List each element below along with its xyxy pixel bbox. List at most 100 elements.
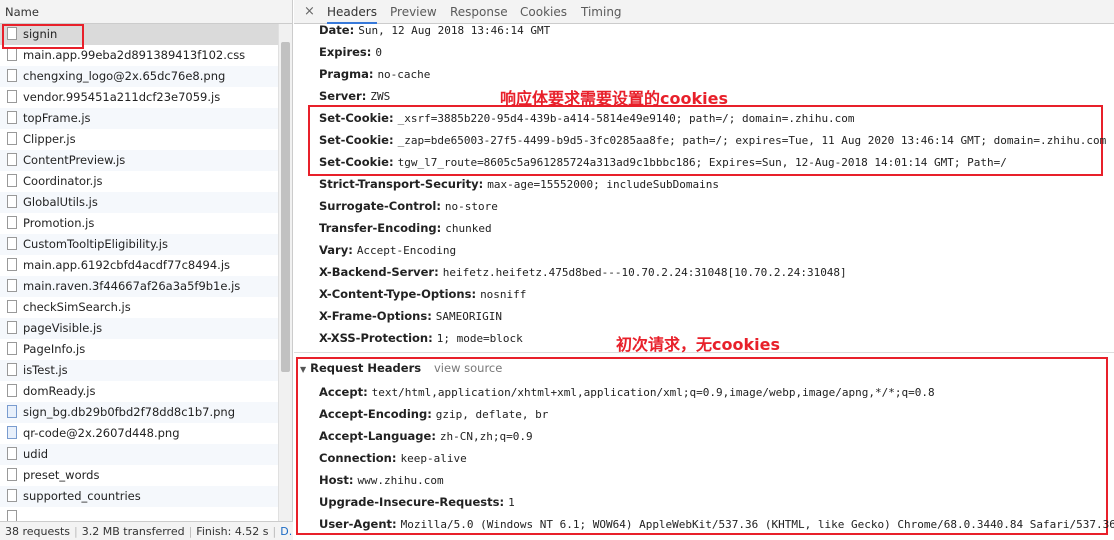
header-value: Sun, 12 Aug 2018 13:46:14 GMT [358,24,551,37]
tab-preview[interactable]: Preview [390,0,437,24]
header-key: Transfer-Encoding: [319,221,442,235]
request-name: chengxing_logo@2x.65dc76e8.png [23,69,226,83]
header-key: X-XSS-Protection: [319,331,433,345]
request-row[interactable]: PageInfo.js [0,339,278,360]
header-value: zh-CN,zh;q=0.9 [439,430,533,443]
document-file-icon [7,321,17,334]
response-header-row: Server: ZWS [319,89,390,103]
request-row[interactable]: main.raven.3f44667af26a3a5f9b1e.js [0,276,278,297]
header-value: keep-alive [400,452,467,465]
response-header-row: Set-Cookie: tgw_l7_route=8605c5a961285724… [319,155,1007,169]
request-name: main.raven.3f44667af26a3a5f9b1e.js [23,279,241,293]
header-value: SAMEORIGIN [435,310,503,323]
image-file-icon [7,405,17,418]
request-row[interactable]: supported_countries [0,486,278,507]
tab-response[interactable]: Response [450,0,508,24]
request-name: checkSimSearch.js [23,300,131,314]
request-name: GlobalUtils.js [23,195,98,209]
request-row[interactable]: domReady.js [0,381,278,402]
request-name: CustomTooltipEligibility.js [23,237,168,251]
request-row[interactable]: topFrame.js [0,108,278,129]
request-row[interactable]: Coordinator.js [0,171,278,192]
request-row[interactable]: GlobalUtils.js [0,192,278,213]
document-file-icon [7,447,17,460]
request-header-row: User-Agent: Mozilla/5.0 (Windows NT 6.1; … [319,517,1114,531]
header-value: text/html,application/xhtml+xml,applicat… [371,386,935,399]
header-value: tgw_l7_route=8605c5a961285724a313ad9c1bb… [397,156,1007,169]
details-panel: × Headers Preview Response Cookies Timin… [294,0,1114,540]
request-row[interactable]: Clipper.js [0,129,278,150]
header-key: Accept-Language: [319,429,436,443]
request-row[interactable]: isTest.js [0,360,278,381]
document-file-icon [7,111,17,124]
request-header-row: Connection: keep-alive [319,451,467,465]
dom-content-loaded: D... [280,525,293,538]
request-name: Coordinator.js [23,174,103,188]
request-list-scrollbar[interactable] [278,24,292,521]
response-header-row: Surrogate-Control: no-store [319,199,498,213]
request-row[interactable]: chengxing_logo@2x.65dc76e8.png [0,66,278,87]
request-name: main.app.6192cbfd4acdf77c8494.js [23,258,231,272]
header-key: Pragma: [319,67,374,81]
document-file-icon [7,174,17,187]
header-value: Accept-Encoding [356,244,457,257]
finish-time: Finish: 4.52 s [196,525,269,538]
request-name: qr-code@2x.2607d448.png [23,426,180,440]
request-name: main.app.99eba2d891389413f102.css [23,48,246,62]
name-column-header[interactable]: Name [0,0,292,24]
document-file-icon [7,48,17,61]
header-value: 1 [508,496,515,509]
response-header-row: X-Content-Type-Options: nosniff [319,287,526,301]
request-row[interactable]: pageVisible.js [0,318,278,339]
header-value: www.zhihu.com [357,474,444,487]
details-tabs: × Headers Preview Response Cookies Timin… [294,0,1114,24]
scroll-thumb[interactable] [281,42,290,372]
request-row[interactable]: CustomTooltipEligibility.js [0,234,278,255]
header-key: Expires: [319,45,372,59]
header-value: Mozilla/5.0 (Windows NT 6.1; WOW64) Appl… [400,518,1114,531]
request-row[interactable]: udid [0,444,278,465]
document-file-icon [7,489,17,502]
tab-timing[interactable]: Timing [581,0,622,24]
request-name: Clipper.js [23,132,76,146]
header-key: Upgrade-Insecure-Requests: [319,495,505,509]
response-header-row: Expires: 0 [319,45,382,59]
request-row[interactable]: ContentPreview.js [0,150,278,171]
request-name: Promotion.js [23,216,95,230]
request-row[interactable] [0,507,278,521]
document-file-icon [7,300,17,313]
close-icon[interactable]: × [304,4,315,19]
response-header-row: Set-Cookie: _zap=bde65003-27f5-4499-b9d5-… [319,133,1106,147]
tab-headers[interactable]: Headers [327,0,377,24]
header-key: Host: [319,473,354,487]
header-value: _xsrf=3885b220-95d4-439b-a414-5814e49e91… [397,112,855,125]
request-row[interactable]: qr-code@2x.2607d448.png [0,423,278,444]
header-key: Server: [319,89,367,103]
document-file-icon [7,363,17,376]
transferred-size: 3.2 MB transferred [81,525,185,538]
request-row[interactable]: checkSimSearch.js [0,297,278,318]
request-header-row: Accept-Language: zh-CN,zh;q=0.9 [319,429,533,443]
header-key: Accept: [319,385,368,399]
document-file-icon [7,468,17,481]
request-count: 38 requests [5,525,71,538]
header-value: max-age=15552000; includeSubDomains [487,178,719,191]
request-name: ContentPreview.js [23,153,126,167]
response-cookies-annotation: 响应体要求需要设置的cookies [500,89,728,108]
request-row[interactable]: Promotion.js [0,213,278,234]
header-key: Date: [319,24,355,37]
response-header-row: X-XSS-Protection: 1; mode=block [319,331,523,345]
document-file-icon [7,153,17,166]
request-name: pageVisible.js [23,321,103,335]
request-name: vendor.995451a211dcf23e7059.js [23,90,221,104]
request-row[interactable]: vendor.995451a211dcf23e7059.js [0,87,278,108]
response-header-row: Transfer-Encoding: chunked [319,221,492,235]
request-row[interactable]: sign_bg.db29b0fbd2f78dd8c1b7.png [0,402,278,423]
request-name: supported_countries [23,489,141,503]
header-key: Set-Cookie: [319,155,394,169]
header-value: no-cache [377,68,431,81]
request-row[interactable]: main.app.6192cbfd4acdf77c8494.js [0,255,278,276]
request-name: PageInfo.js [23,342,86,356]
tab-cookies[interactable]: Cookies [520,0,567,24]
request-row[interactable]: preset_words [0,465,278,486]
